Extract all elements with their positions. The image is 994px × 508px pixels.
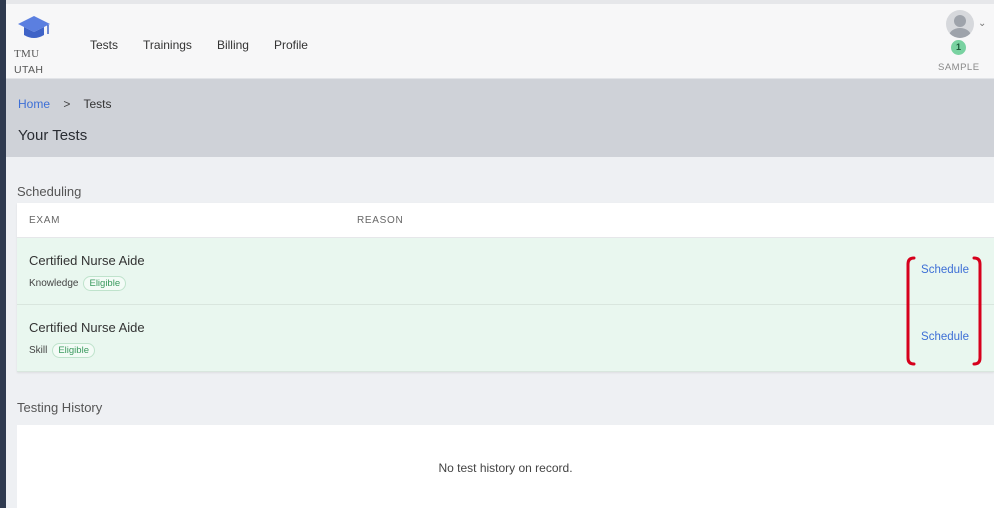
user-menu[interactable]: ⌄ 1 SAMPLE xyxy=(938,10,988,76)
scheduling-table: EXAM REASON Certified Nurse Aide Knowled… xyxy=(17,203,994,372)
status-badge: Eligible xyxy=(83,276,127,291)
breadcrumb-current: Tests xyxy=(83,97,112,111)
table-header: EXAM REASON xyxy=(17,203,994,238)
avatar-head xyxy=(954,15,966,27)
main-nav: Tests Trainings Billing Profile xyxy=(90,38,333,52)
table-row: Certified Nurse Aide Knowledge Eligible … xyxy=(17,238,994,305)
page-banner: Home > Tests Your Tests xyxy=(6,79,994,157)
scheduling-heading: Scheduling xyxy=(17,184,82,199)
exam-meta: Skill Eligible xyxy=(29,343,95,358)
breadcrumb: Home > Tests xyxy=(18,97,112,111)
testing-history-panel: No test history on record. xyxy=(17,425,994,508)
exam-name: Certified Nurse Aide xyxy=(29,320,145,335)
breadcrumb-home[interactable]: Home xyxy=(18,97,50,111)
logo-text: TMU xyxy=(14,48,40,60)
nav-tests[interactable]: Tests xyxy=(90,38,118,52)
column-reason: REASON xyxy=(357,215,404,226)
testing-history-heading: Testing History xyxy=(17,400,103,415)
exam-type: Skill xyxy=(29,345,48,356)
user-name: SAMPLE xyxy=(938,62,980,73)
graduation-cap-icon xyxy=(18,16,50,38)
nav-profile[interactable]: Profile xyxy=(274,38,308,52)
page-title: Your Tests xyxy=(18,127,88,144)
exam-meta: Knowledge Eligible xyxy=(29,276,127,291)
notification-badge: 1 xyxy=(951,40,966,55)
top-header: TMU UTAH Tests Trainings Billing Profile… xyxy=(6,4,994,79)
empty-state-message: No test history on record. xyxy=(438,461,573,475)
avatar-body xyxy=(949,28,971,38)
nav-billing[interactable]: Billing xyxy=(217,38,249,52)
avatar[interactable] xyxy=(946,10,974,38)
brand-logo[interactable]: TMU UTAH xyxy=(10,14,58,76)
column-exam: EXAM xyxy=(29,215,61,226)
status-badge: Eligible xyxy=(52,343,95,358)
logo-subtitle: UTAH xyxy=(14,64,44,76)
exam-type: Knowledge xyxy=(29,278,79,289)
nav-trainings[interactable]: Trainings xyxy=(143,38,192,52)
exam-name: Certified Nurse Aide xyxy=(29,253,145,268)
highlight-bracket-annotation xyxy=(906,256,982,366)
breadcrumb-separator: > xyxy=(63,97,71,111)
chevron-down-icon[interactable]: ⌄ xyxy=(978,18,986,29)
table-row: Certified Nurse Aide Skill Eligible Sche… xyxy=(17,305,994,372)
